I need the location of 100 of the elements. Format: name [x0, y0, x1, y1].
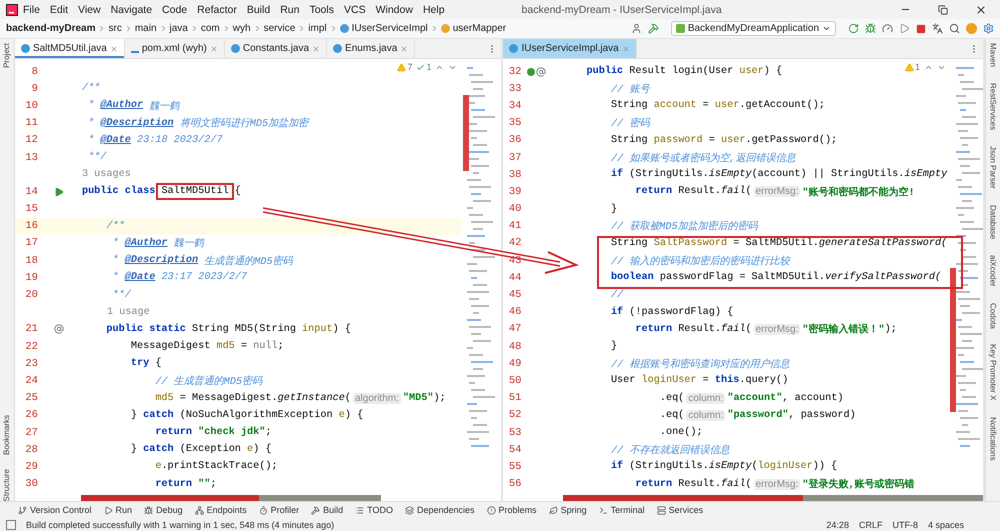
breadcrumb[interactable]: backend-myDream: [6, 23, 96, 34]
editor-tab[interactable]: pom.xml (wyh): [124, 39, 225, 58]
run-icon[interactable]: [899, 23, 910, 34]
editor-tab[interactable]: Enums.java: [327, 39, 416, 58]
translate-icon[interactable]: [932, 23, 943, 34]
menu-item[interactable]: VCS: [338, 4, 371, 16]
breadcrumb[interactable]: main: [134, 23, 157, 34]
editor-tab[interactable]: SaltMD5Util.java: [14, 39, 125, 58]
tool-window-tab[interactable]: RestServices: [988, 83, 998, 130]
menu-item[interactable]: View: [73, 4, 106, 16]
scrollbar-thumb[interactable]: [80, 495, 259, 501]
menu-item[interactable]: Navigate: [106, 4, 158, 16]
tool-window-button[interactable]: Debug: [144, 505, 183, 515]
menu-item[interactable]: Help: [418, 4, 450, 16]
scrollbar-track[interactable]: [80, 495, 382, 501]
line-number: 15: [24, 203, 38, 216]
restore-icon[interactable]: [938, 4, 948, 14]
search-icon[interactable]: [949, 23, 960, 34]
tool-window-button[interactable]: Terminal: [598, 505, 645, 515]
line-number: 28: [24, 444, 38, 456]
tool-window-tab[interactable]: Codota: [988, 302, 998, 328]
line-number: 38: [508, 168, 522, 181]
line-number: 29: [24, 460, 38, 473]
tool-window-tab[interactable]: Maven: [988, 43, 998, 68]
code-line: // 密码: [610, 116, 650, 132]
tool-window-button[interactable]: Version Control: [18, 505, 92, 515]
menu-item[interactable]: Window: [370, 4, 418, 16]
menu-item[interactable]: Tools: [304, 4, 339, 16]
code-line: return Result.fail( errorMsg: "登录失败,账号或密码错: [634, 478, 915, 493]
line-separator[interactable]: CRLF: [858, 520, 882, 530]
tool-window-tab[interactable]: Notifications: [988, 416, 998, 460]
breadcrumb[interactable]: java: [170, 23, 188, 34]
editor-tab[interactable]: IUserServiceImpl.java: [503, 39, 637, 58]
debug-icon: [144, 506, 154, 514]
line-number: 49: [508, 358, 522, 370]
line-number: 44: [508, 272, 522, 284]
breadcrumb[interactable]: wyh: [232, 23, 251, 34]
at-icon[interactable]: [54, 324, 64, 334]
run-config-dropdown[interactable]: BackendMyDreamApplication: [670, 21, 836, 36]
tool-window-tab[interactable]: Database: [988, 204, 998, 240]
breadcrumb[interactable]: src: [108, 23, 122, 34]
deps-icon: [405, 506, 414, 514]
tool-window-tab[interactable]: aiXcoder: [988, 255, 998, 287]
scrollbar-track[interactable]: [563, 495, 984, 501]
warning-count[interactable]: 7: [397, 62, 412, 72]
tool-window-button[interactable]: Spring: [548, 505, 587, 515]
close-icon[interactable]: [975, 4, 987, 16]
code-line: .one();: [658, 426, 703, 440]
breadcrumb[interactable]: com: [200, 23, 220, 34]
breadcrumb[interactable]: service: [264, 23, 296, 34]
at-icon[interactable]: [536, 66, 546, 77]
indent-setting[interactable]: 4 spaces: [928, 520, 964, 530]
tool-window-button[interactable]: Services: [656, 505, 704, 515]
code-line: /**: [82, 82, 100, 96]
tool-window-button[interactable]: Problems: [486, 505, 537, 515]
code-line: MessageDigest md5 = null;: [130, 340, 284, 354]
usages-hint[interactable]: 1 usage: [106, 304, 150, 321]
line-number: 19: [24, 272, 38, 284]
tool-window-button[interactable]: Endpoints: [194, 505, 247, 515]
settings-icon[interactable]: [983, 23, 994, 34]
tool-window-button[interactable]: Profiler: [258, 505, 300, 515]
cursor-position[interactable]: 24:28: [826, 520, 849, 530]
ok-count[interactable]: 1: [416, 62, 432, 72]
menu-item[interactable]: Build: [242, 4, 276, 16]
tool-window-button[interactable]: Build: [311, 505, 344, 515]
tool-window-tab[interactable]: Key Promoter X: [988, 344, 998, 401]
breadcrumb[interactable]: userMapper: [440, 23, 506, 34]
scrollbar-thumb[interactable]: [463, 95, 470, 171]
usages-hint[interactable]: 3 usages: [82, 166, 131, 184]
code-line: // 获取被MD5加盐加密后的密码: [610, 220, 758, 235]
scrollbar-thumb[interactable]: [563, 495, 804, 501]
debug-icon[interactable]: [865, 23, 876, 34]
tool-window-tab[interactable]: Bookmarks: [2, 414, 12, 455]
tool-window-button[interactable]: Run: [104, 505, 132, 515]
code-line: return "check jdk";: [154, 426, 272, 440]
menu-item[interactable]: File: [18, 4, 45, 16]
menu-item[interactable]: Code: [157, 4, 192, 16]
file-encoding[interactable]: UTF-8: [892, 520, 918, 530]
stop-icon[interactable]: [916, 24, 926, 34]
user-icon[interactable]: [630, 23, 642, 34]
implements-icon[interactable]: [527, 68, 536, 76]
rerun-icon[interactable]: [848, 23, 859, 34]
build-icon[interactable]: [648, 23, 659, 34]
tool-window-tab[interactable]: Json Parser: [988, 146, 998, 189]
status-checkbox-icon[interactable]: [6, 520, 16, 530]
run-icon[interactable]: [54, 186, 64, 197]
editor-tab[interactable]: Constants.java: [224, 39, 328, 58]
menu-item[interactable]: Run: [275, 4, 304, 16]
scrollbar-thumb[interactable]: [950, 268, 956, 412]
warning-count[interactable]: 1: [905, 62, 920, 72]
coverage-icon[interactable]: [882, 23, 893, 34]
class-icon: [333, 44, 342, 53]
menu-item[interactable]: Edit: [44, 4, 74, 16]
menu-item[interactable]: Refactor: [192, 4, 242, 16]
tool-window-tab[interactable]: Structure: [2, 468, 12, 501]
tool-window-tab[interactable]: Project: [2, 43, 12, 68]
tool-window-button[interactable]: Dependencies: [405, 505, 475, 515]
breadcrumb[interactable]: impl: [308, 23, 327, 34]
tool-window-button[interactable]: TODO: [355, 505, 393, 515]
breadcrumb[interactable]: IUserServiceImpl: [340, 23, 428, 34]
